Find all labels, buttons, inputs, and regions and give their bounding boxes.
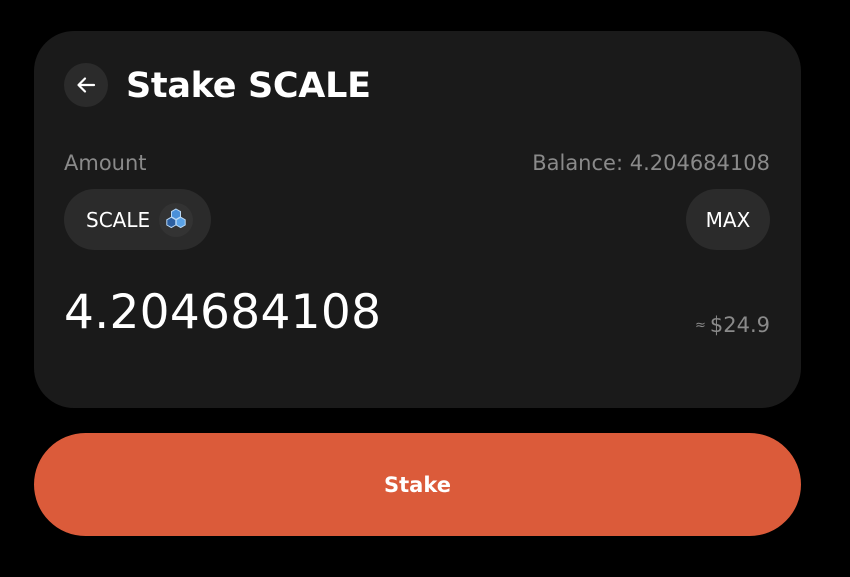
back-button[interactable] [64, 63, 108, 107]
token-selector[interactable]: SCALE [64, 189, 211, 250]
skale-hexagon-icon [159, 202, 194, 237]
amount-input[interactable]: 4.204684108 [64, 281, 381, 345]
stake-card: Stake SCALE Amount Balance: 4.204684108 … [34, 31, 801, 408]
arrow-left-icon [77, 77, 96, 93]
usd-amount: $24.9 [709, 313, 770, 337]
approx-symbol: ≈ [694, 318, 706, 333]
stake-button[interactable]: Stake [34, 433, 801, 536]
usd-value: ≈ $24.9 [695, 311, 770, 340]
amount-label: Amount [64, 151, 147, 175]
token-symbol: SCALE [86, 207, 151, 232]
max-button[interactable]: MAX [686, 189, 770, 250]
balance-text: Balance: 4.204684108 [532, 151, 770, 175]
page-title: Stake SCALE [126, 66, 371, 106]
